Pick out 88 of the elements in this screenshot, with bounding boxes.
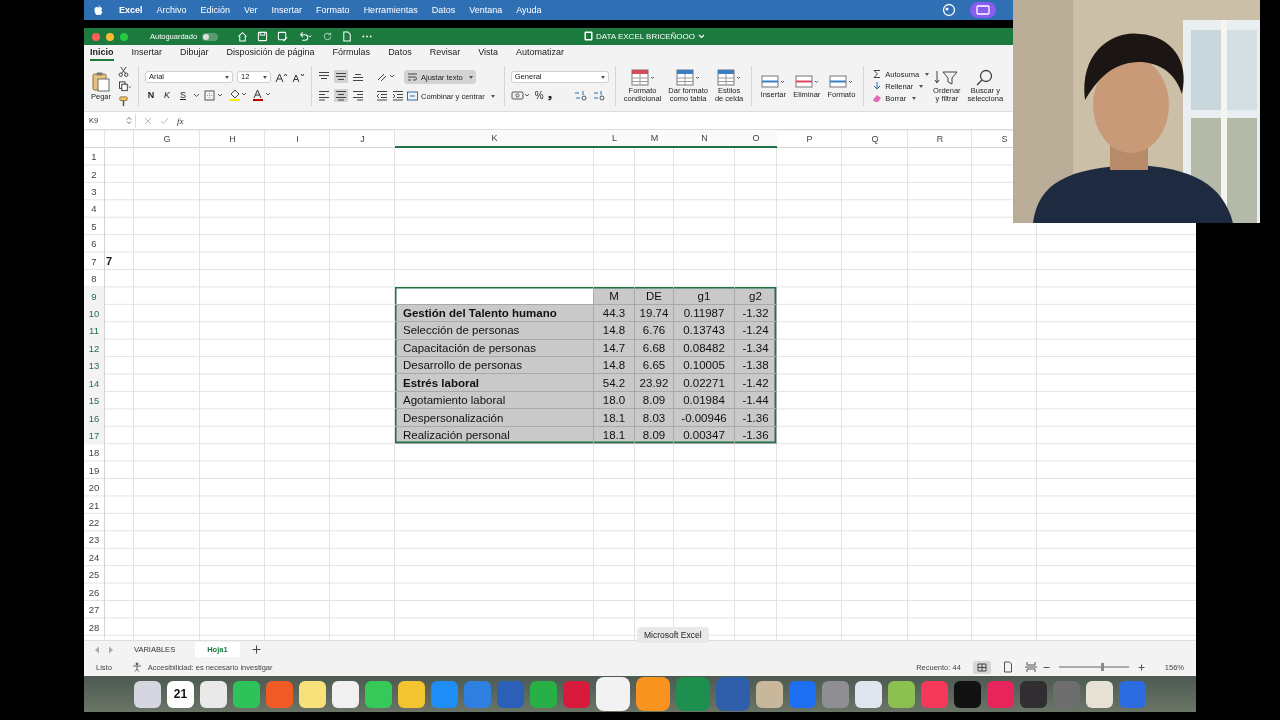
menu-item[interactable]: Ayuda	[516, 5, 542, 15]
column-header[interactable]: H	[229, 134, 236, 144]
row-header[interactable]: 13	[84, 357, 105, 375]
comma-button[interactable]: ❟	[547, 89, 552, 101]
table-cell: -0.00946	[674, 409, 735, 427]
italic-button[interactable]: K	[161, 90, 173, 100]
column-header[interactable]: P	[806, 134, 813, 144]
row-header[interactable]: 23	[84, 531, 105, 549]
table-cell: g2	[735, 287, 777, 305]
column-header[interactable]: K	[395, 130, 594, 148]
window-title[interactable]: DATA EXCEL BRICEÑOOO	[596, 31, 695, 41]
row-header[interactable]: 2	[84, 165, 105, 183]
table-cell: 6.65	[635, 357, 674, 375]
row-header[interactable]: 3	[84, 182, 105, 201]
column-header[interactable]: L	[594, 130, 635, 148]
table-cell: DE	[635, 287, 674, 305]
row-header[interactable]: 20	[84, 479, 105, 497]
table-cell: 14.8	[594, 322, 635, 340]
table-cell: 23.92	[635, 374, 674, 392]
row-header[interactable]: 11	[84, 322, 105, 340]
table-cell: g1	[674, 287, 735, 305]
table-cell: 8.03	[635, 409, 674, 427]
row-header[interactable]: 4	[84, 200, 105, 218]
ribbon-tab[interactable]: Disposición de página	[226, 47, 315, 61]
menu-item[interactable]: Formato	[316, 5, 350, 15]
cell-text: 7	[105, 255, 113, 268]
table-cell: Desarrollo de personas	[395, 357, 594, 375]
column-header[interactable]: Q	[871, 134, 879, 144]
ribbon-tab[interactable]: Vista	[478, 47, 498, 61]
table-cell: Despersonalización	[395, 409, 594, 427]
row-header[interactable]: 7	[84, 252, 105, 270]
menu-item[interactable]: Ver	[244, 5, 258, 15]
table-cell: 0.10005	[674, 357, 735, 375]
row-header[interactable]: 16	[84, 409, 105, 427]
menu-item[interactable]: Herramientas	[363, 5, 418, 15]
row-header[interactable]: 25	[84, 566, 105, 584]
ribbon-tab[interactable]: Insertar	[131, 47, 163, 61]
row-header[interactable]: 6	[84, 235, 105, 253]
table-cell: M	[594, 287, 635, 305]
ribbon-tab[interactable]: Automatizar	[516, 47, 565, 61]
menu-app-name[interactable]: Excel	[119, 5, 143, 15]
column-header[interactable]: R	[936, 134, 944, 144]
column-header[interactable]: J	[360, 134, 365, 144]
row-header[interactable]: 28	[84, 618, 105, 636]
table-cell: 14.8	[594, 357, 635, 375]
column-header[interactable]: M	[635, 130, 674, 148]
calendar-app-icon[interactable]: 21	[167, 680, 194, 708]
menu-item[interactable]: Edición	[200, 5, 231, 15]
table-cell: -1.24	[735, 322, 777, 340]
row-header[interactable]: 26	[84, 583, 105, 601]
column-header[interactable]: I	[296, 134, 299, 144]
column-header[interactable]: N	[674, 130, 735, 148]
ribbon-tab[interactable]: Fórmulas	[332, 47, 371, 61]
row-header[interactable]: 27	[84, 600, 105, 619]
menu-item[interactable]: Archivo	[156, 5, 187, 15]
table-cell: 0.13743	[674, 322, 735, 340]
menu-item[interactable]: Datos	[431, 5, 456, 15]
menu-item[interactable]: Ventana	[469, 5, 503, 15]
underline-button[interactable]: S	[177, 90, 189, 100]
ribbon-tab[interactable]: Revisar	[429, 47, 461, 61]
percent-button[interactable]: %	[534, 89, 544, 101]
row-header[interactable]: 1	[84, 148, 105, 166]
row-header[interactable]: 19	[84, 461, 105, 479]
row-header[interactable]: 24	[84, 548, 105, 567]
table-cell: 0.02271	[674, 374, 735, 392]
column-header[interactable]: S	[1001, 134, 1008, 144]
row-header[interactable]: 22	[84, 513, 105, 532]
ribbon-tab[interactable]: Dibujar	[180, 47, 209, 61]
row-header[interactable]: 9	[84, 287, 105, 305]
column-header[interactable]: O	[735, 130, 777, 148]
row-header[interactable]: 18	[84, 444, 105, 462]
menu-item[interactable]: Insertar	[271, 5, 303, 15]
table-cell: Estrés laboral	[395, 374, 594, 392]
table-cell: 54.2	[594, 374, 635, 392]
tooltip: Microsoft Excel	[637, 627, 709, 643]
row-header[interactable]: 21	[84, 496, 105, 514]
row-header[interactable]: 14	[84, 374, 105, 392]
function-button[interactable]: fx	[177, 115, 184, 126]
table-cell: Selección de personas	[395, 322, 594, 340]
bold-button[interactable]: N	[145, 90, 157, 100]
table-cell: 6.76	[635, 322, 674, 340]
table-cell: -1.38	[735, 357, 777, 375]
column-header[interactable]: G	[163, 134, 171, 144]
table-cell: -1.36	[735, 409, 777, 427]
row-header[interactable]: 5	[84, 217, 105, 236]
table-cell: -1.42	[735, 374, 777, 392]
ribbon-tab[interactable]: Datos	[388, 47, 412, 61]
table-cell: 18.1	[594, 409, 635, 427]
